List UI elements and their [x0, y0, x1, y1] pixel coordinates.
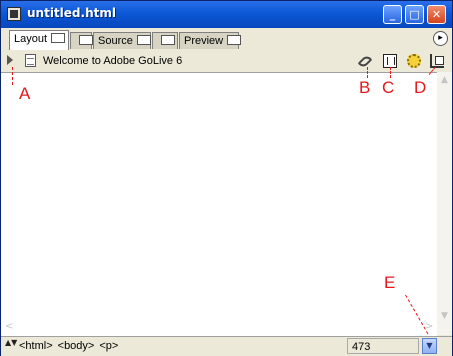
document-icon — [7, 7, 21, 21]
link-icon[interactable] — [357, 54, 373, 69]
tab-preview-icon — [227, 35, 242, 45]
maximize-button[interactable]: □ — [405, 5, 424, 24]
callout-d: D — [414, 78, 427, 97]
view-tabs: Layout Source Preview — [1, 28, 452, 51]
tag-p[interactable]: <p> — [99, 340, 118, 352]
markup-tree-path: <html> <body> <p> — [19, 340, 123, 352]
tab-frame-editor-icon — [79, 35, 93, 45]
tab-layout[interactable]: Layout — [9, 30, 69, 50]
page-toolbar: Welcome to Adobe GoLive 6 — [1, 50, 452, 72]
tab-preview[interactable]: Preview — [179, 32, 242, 49]
frame-icon[interactable] — [383, 54, 397, 68]
close-button[interactable]: ✕ — [427, 5, 446, 24]
callout-a: A — [19, 84, 31, 103]
window-title: untitled.html — [27, 6, 116, 20]
scroll-left-icon[interactable]: < — [5, 321, 13, 332]
scroll-up-icon[interactable]: ▲ — [438, 74, 451, 87]
tab-source-icon — [136, 35, 151, 45]
tab-source[interactable]: Source — [93, 32, 151, 49]
tag-body[interactable]: <body> — [58, 340, 95, 352]
window-width-field[interactable]: 473 — [347, 338, 419, 354]
layout-editor-canvas[interactable] — [1, 72, 437, 336]
callout-c: C — [382, 78, 395, 97]
status-bar: ▲▼ <html> <body> <p> 473 ▼ — [1, 336, 452, 356]
title-bar[interactable]: untitled.html _ □ ✕ — [1, 1, 452, 28]
callout-b-leader — [367, 67, 368, 78]
tab-layout-label: Layout — [14, 33, 48, 45]
tag-html[interactable]: <html> — [19, 340, 53, 352]
gear-icon[interactable] — [407, 54, 421, 68]
callout-e: E — [384, 273, 396, 292]
page-title[interactable]: Welcome to Adobe GoLive 6 — [43, 55, 182, 67]
tab-preview-label: Preview — [184, 35, 224, 47]
stepper-icon[interactable]: ▲▼ — [5, 339, 17, 353]
document-window: untitled.html _ □ ✕ Layout Source Previe… — [0, 0, 453, 356]
scroll-down-icon[interactable]: ▼ — [438, 310, 451, 323]
expand-head-triangle[interactable] — [7, 55, 13, 65]
callout-c-leader — [390, 67, 391, 78]
callout-b: B — [359, 78, 371, 97]
window-size-dropdown[interactable]: ▼ — [422, 338, 437, 354]
tab-outline[interactable] — [152, 32, 178, 49]
tab-outline-icon — [161, 35, 175, 45]
layout-icon[interactable] — [430, 54, 444, 68]
tab-menu-button[interactable]: ▸ — [433, 31, 448, 46]
vertical-scrollbar[interactable]: ▲ ▼ — [437, 72, 452, 335]
minimize-button[interactable]: _ — [383, 5, 402, 24]
page-icon[interactable] — [25, 54, 36, 67]
tab-source-label: Source — [98, 35, 133, 47]
callout-a-leader — [12, 67, 13, 85]
tab-frame-editor[interactable] — [70, 32, 93, 49]
tab-layout-icon — [51, 33, 66, 43]
